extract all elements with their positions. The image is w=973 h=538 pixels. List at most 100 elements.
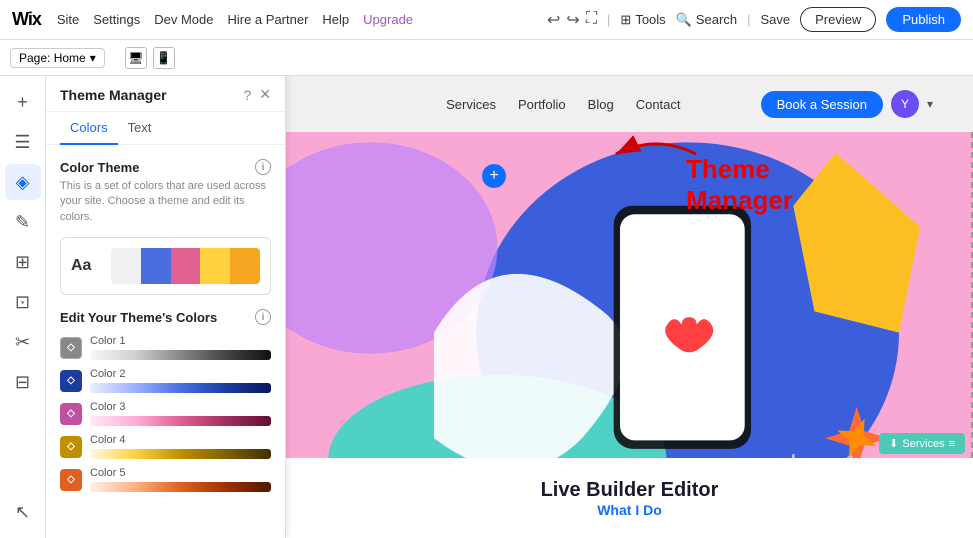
mobile-icon[interactable]: 📱 <box>153 47 175 69</box>
color-theme-info[interactable]: i <box>255 159 271 175</box>
edit-colors-section: Edit Your Theme's Colors i ◇ Color 1 <box>60 309 271 492</box>
bottom-title: Live Builder Editor <box>541 479 719 502</box>
secondbar: Page: Home ▾ 🖥 📱 <box>0 40 973 76</box>
color3-bar <box>90 416 271 426</box>
color3-icon[interactable]: ◇ <box>60 403 82 425</box>
swatch-4 <box>200 248 230 284</box>
color5-icon[interactable]: ◇ <box>60 469 82 491</box>
color-row-3: ◇ Color 3 <box>60 401 271 426</box>
nav-partner[interactable]: Hire a Partner <box>227 12 308 27</box>
nav-help[interactable]: Help <box>322 12 349 27</box>
help-icon[interactable]: ? <box>243 87 251 103</box>
preview-button[interactable]: Preview <box>800 7 876 32</box>
nav-cta-button[interactable]: Book a Session <box>761 91 883 118</box>
sidebar-apps[interactable]: ⊞ <box>5 244 41 280</box>
color5-bar <box>90 482 271 492</box>
nav-site[interactable]: Site <box>57 12 79 27</box>
services-float-menu-icon: ≡ <box>949 438 955 450</box>
search-icon: 🔍 <box>676 12 692 28</box>
nav-contact[interactable]: Contact <box>636 97 681 112</box>
desktop-icon[interactable]: 🖥 <box>125 47 147 69</box>
wix-logo: Wix <box>12 9 41 30</box>
color4-bar <box>90 449 271 459</box>
bottom-section: Live Builder Editor What I Do <box>286 458 973 538</box>
swatch-2 <box>141 248 171 284</box>
redo-icon[interactable]: ↪ <box>566 10 579 30</box>
sidebar-cursor[interactable]: ↖ <box>5 494 41 530</box>
edit-colors-title: Edit Your Theme's Colors i <box>60 309 271 325</box>
hero-image <box>286 132 973 512</box>
nav-blog[interactable]: Blog <box>588 97 614 112</box>
bottom-subtitle: What I Do <box>597 502 662 518</box>
edit-colors-info[interactable]: i <box>255 309 271 325</box>
publish-button[interactable]: Publish <box>886 7 961 32</box>
nav-services[interactable]: Services <box>446 97 496 112</box>
nav-right: Book a Session Y ▾ <box>761 90 933 118</box>
color2-label: Color 2 <box>90 368 271 380</box>
fullscreen-icon[interactable]: ⛶ <box>586 10 597 30</box>
nav-devmode[interactable]: Dev Mode <box>154 12 213 27</box>
topbar-right: ↩ ↪ ⛶ | ⊞ Tools 🔍 Search | Save Preview … <box>547 7 961 32</box>
nav-avatar: Y <box>891 90 919 118</box>
sidebar-design[interactable]: ✎ <box>5 204 41 240</box>
color-row-5: ◇ Color 5 <box>60 467 271 492</box>
tab-text[interactable]: Text <box>118 112 162 145</box>
tab-colors[interactable]: Colors <box>60 112 118 145</box>
color1-right: Color 1 <box>90 335 271 360</box>
undo-icon[interactable]: ↩ <box>547 10 560 30</box>
close-icon[interactable]: ✕ <box>259 86 271 103</box>
color-row-4: ◇ Color 4 <box>60 434 271 459</box>
sidebar-media[interactable]: ⊡ <box>5 284 41 320</box>
sidebar-tools[interactable]: ✂ <box>5 324 41 360</box>
save-button[interactable]: Save <box>760 12 790 27</box>
undo-redo: ↩ ↪ ⛶ <box>547 10 597 30</box>
color5-label: Color 5 <box>90 467 271 479</box>
swatch-5 <box>230 248 260 284</box>
topbar-left: Wix Site Settings Dev Mode Hire a Partne… <box>12 9 413 30</box>
color1-bar <box>90 350 271 360</box>
left-sidebar: + ☰ ◈ ✎ ⊞ ⊡ ✂ ⊟ ↖ <box>0 76 46 538</box>
hero-svg <box>286 132 973 512</box>
nav-chevron-icon[interactable]: ▾ <box>927 97 933 111</box>
color5-right: Color 5 <box>90 467 271 492</box>
services-float-icon: ⬇ <box>889 437 898 450</box>
sidebar-themes[interactable]: ◈ <box>5 164 41 200</box>
color-theme-desc: This is a set of colors that are used ac… <box>60 179 271 225</box>
color4-label: Color 4 <box>90 434 271 446</box>
color3-label: Color 3 <box>90 401 271 413</box>
theme-panel: Theme Manager ? ✕ Colors Text Color Them… <box>46 76 286 538</box>
color2-icon[interactable]: ◇ <box>60 370 82 392</box>
canvas-plus-button[interactable]: + <box>482 164 506 188</box>
theme-panel-header: Theme Manager ? ✕ <box>46 76 285 112</box>
sidebar-blog[interactable]: ⊟ <box>5 364 41 400</box>
sidebar-pages[interactable]: ☰ <box>5 124 41 160</box>
color4-right: Color 4 <box>90 434 271 459</box>
page-label: Page: Home <box>19 51 86 65</box>
services-float-label: Services <box>902 438 944 450</box>
tools-label: Tools <box>635 12 665 27</box>
color1-icon[interactable]: ◇ <box>60 337 82 359</box>
swatch-3 <box>171 248 201 284</box>
color4-icon[interactable]: ◇ <box>60 436 82 458</box>
sidebar-add[interactable]: + <box>5 84 41 120</box>
color-theme-title: Color Theme i <box>60 159 271 175</box>
nav-settings[interactable]: Settings <box>93 12 140 27</box>
theme-tabs: Colors Text <box>46 112 285 145</box>
nav-portfolio[interactable]: Portfolio <box>518 97 566 112</box>
nav-upgrade[interactable]: Upgrade <box>363 12 413 27</box>
color-swatches <box>111 248 260 284</box>
tools-button[interactable]: ⊞ Tools <box>620 12 665 28</box>
topbar: Wix Site Settings Dev Mode Hire a Partne… <box>0 0 973 40</box>
search-bar[interactable]: 🔍 Search <box>676 12 737 28</box>
canvas: Services Portfolio Blog Contact Book a S… <box>286 76 973 538</box>
site-nav: Services Portfolio Blog Contact Book a S… <box>286 76 973 132</box>
services-float-button[interactable]: ⬇ Services ≡ <box>879 433 965 454</box>
swatch-1 <box>111 248 141 284</box>
color2-bar <box>90 383 271 393</box>
color-theme-preview[interactable]: Aa <box>60 237 271 295</box>
topbar-nav: Site Settings Dev Mode Hire a Partner He… <box>57 12 413 27</box>
color2-right: Color 2 <box>90 368 271 393</box>
tools-icon: ⊞ <box>620 12 631 28</box>
page-select[interactable]: Page: Home ▾ <box>10 48 105 68</box>
search-label: Search <box>696 12 737 27</box>
